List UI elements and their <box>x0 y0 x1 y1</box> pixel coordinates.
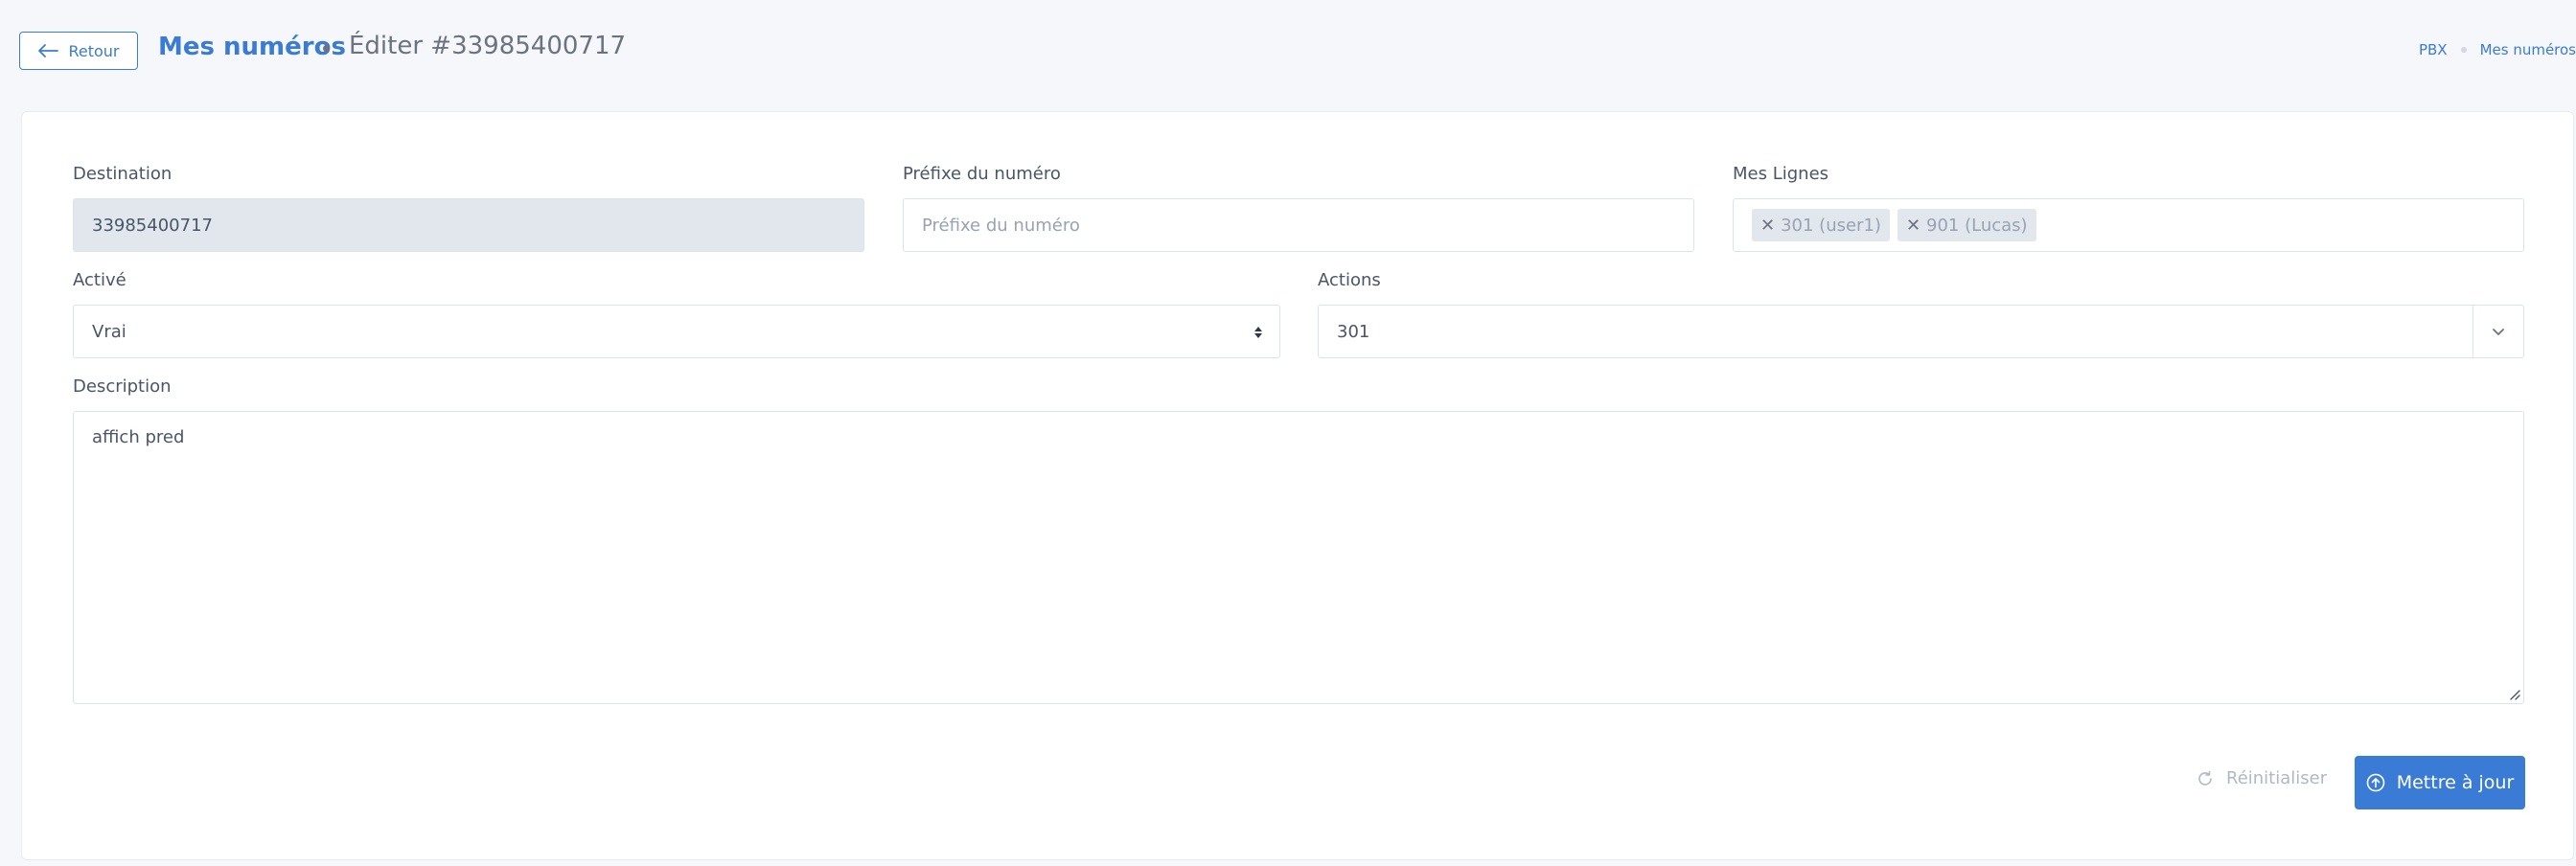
prefix-input[interactable]: Préfixe du numéro <box>903 198 1694 252</box>
destination-label: Destination <box>73 164 172 184</box>
breadcrumb: PBX Mes numéros <box>2419 41 2576 58</box>
actions-value: 301 <box>1337 321 1370 342</box>
arrow-left-icon <box>38 44 59 57</box>
page-header: Retour Mes numéros Éditer #33985400717 P… <box>0 0 2576 111</box>
page-title[interactable]: Mes numéros <box>158 33 346 61</box>
lines-label: Mes Lignes <box>1733 164 1829 184</box>
reset-button-label: Réinitialiser <box>2226 768 2328 788</box>
destination-value: 33985400717 <box>92 215 213 236</box>
active-label: Activé <box>73 270 126 290</box>
sort-icon <box>1254 327 1262 338</box>
line-tag: ✕ 301 (user1) <box>1752 209 1890 241</box>
arrow-up-circle-icon <box>2366 773 2385 792</box>
refresh-icon <box>2198 770 2212 786</box>
actions-label: Actions <box>1318 270 1381 290</box>
edit-form-card: Destination 33985400717 Préfixe du numér… <box>21 111 2574 860</box>
prefix-placeholder: Préfixe du numéro <box>922 215 1080 236</box>
back-button[interactable]: Retour <box>19 32 138 70</box>
description-label: Description <box>73 376 172 397</box>
active-select[interactable]: Vrai <box>73 305 1280 358</box>
actions-dropdown-toggle[interactable] <box>2472 306 2523 357</box>
reset-button[interactable]: Réinitialiser <box>2196 768 2327 788</box>
update-button[interactable]: Mettre à jour <box>2355 756 2525 809</box>
close-icon[interactable]: ✕ <box>1760 216 1775 236</box>
line-tag: ✕ 901 (Lucas) <box>1897 209 2036 241</box>
back-button-label: Retour <box>68 41 120 60</box>
description-value: affich pred <box>92 427 185 447</box>
destination-field: 33985400717 <box>73 198 864 252</box>
breadcrumb-item-pbx[interactable]: PBX <box>2419 41 2448 58</box>
breadcrumb-item-numbers[interactable]: Mes numéros <box>2480 41 2576 58</box>
title-separator <box>323 45 330 52</box>
close-icon[interactable]: ✕ <box>1906 216 1920 236</box>
line-tag-label: 301 (user1) <box>1781 215 1881 236</box>
lines-multiselect[interactable]: ✕ 301 (user1) ✕ 901 (Lucas) <box>1733 198 2524 252</box>
edit-title: Éditer #33985400717 <box>349 32 627 60</box>
update-button-label: Mettre à jour <box>2396 772 2515 793</box>
breadcrumb-separator <box>2460 47 2467 53</box>
resize-handle-icon[interactable] <box>2507 687 2520 700</box>
prefix-label: Préfixe du numéro <box>903 164 1061 184</box>
description-textarea[interactable]: affich pred <box>73 411 2524 704</box>
chevron-down-icon <box>2493 329 2504 335</box>
active-value: Vrai <box>92 321 126 342</box>
actions-select[interactable]: 301 <box>1318 305 2524 358</box>
line-tag-label: 901 (Lucas) <box>1926 215 2028 236</box>
